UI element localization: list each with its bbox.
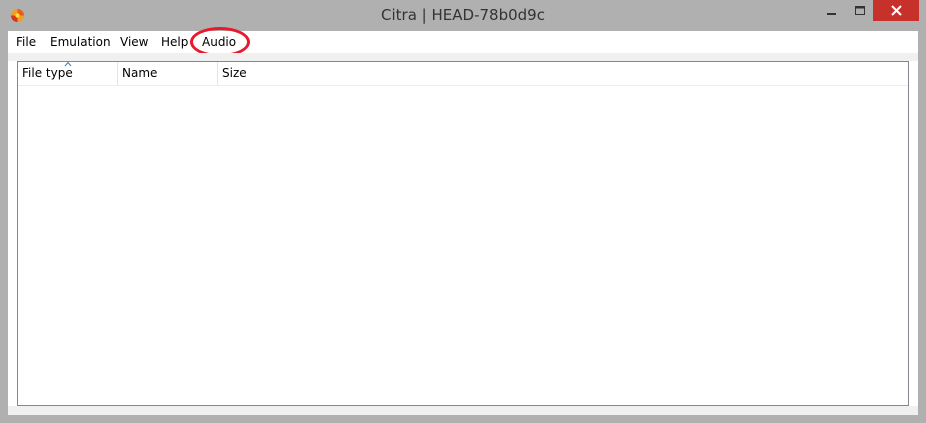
menu-bar: File Emulation View Help Audio: [8, 27, 918, 57]
minimize-icon: [827, 12, 836, 15]
game-list-header: File type Name Size: [18, 61, 908, 86]
maximize-icon: [855, 5, 865, 15]
sort-ascending-icon: [64, 61, 72, 67]
main-window: Citra | HEAD-78b0d9c File Emulation View…: [0, 0, 926, 423]
column-header-file-type[interactable]: File type: [18, 61, 118, 85]
column-header-label: File type: [22, 66, 73, 80]
close-icon: [890, 5, 902, 16]
game-list[interactable]: File type Name Size: [17, 61, 909, 406]
menu-help[interactable]: Help: [161, 34, 188, 50]
column-header-size[interactable]: Size: [218, 62, 318, 85]
menu-audio[interactable]: Audio: [202, 34, 236, 50]
column-header-label: Size: [222, 66, 247, 80]
column-header-label: Name: [122, 66, 158, 80]
window-title: Citra | HEAD-78b0d9c: [381, 6, 545, 24]
column-header-name[interactable]: Name: [118, 62, 218, 85]
menu-emulation[interactable]: Emulation: [50, 34, 111, 50]
client-area: File Emulation View Help Audio File type…: [8, 27, 918, 415]
status-strip: [8, 406, 918, 415]
maximize-button[interactable]: [847, 0, 873, 21]
menu-file[interactable]: File: [16, 34, 36, 50]
minimize-button[interactable]: [818, 0, 846, 21]
menu-view[interactable]: View: [120, 34, 148, 50]
title-bar[interactable]: Citra | HEAD-78b0d9c: [0, 0, 926, 31]
menu-separator: [8, 53, 918, 61]
close-button[interactable]: [873, 0, 919, 21]
